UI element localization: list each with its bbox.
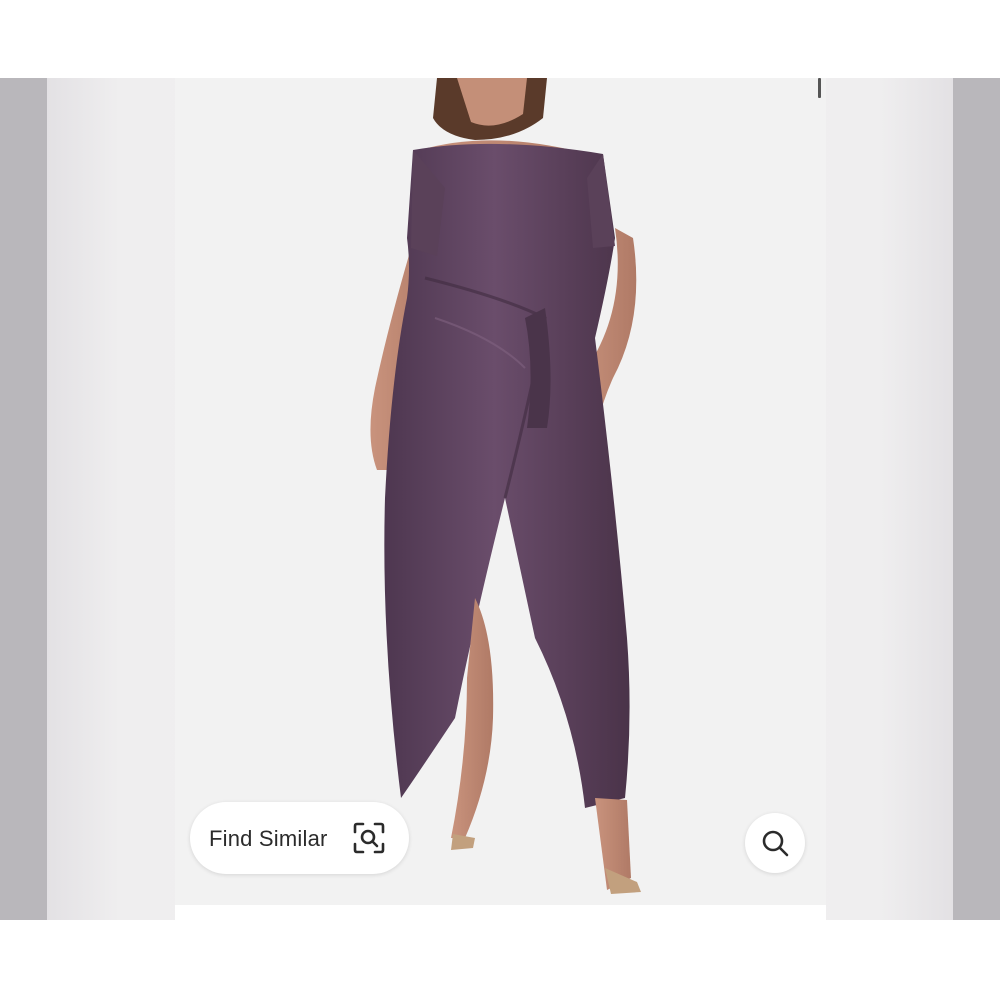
photo-bottom-edge <box>175 905 826 920</box>
find-similar-label: Find Similar <box>209 826 328 851</box>
search-button[interactable] <box>745 813 805 873</box>
dress-model-illustration <box>370 78 641 894</box>
find-similar-button[interactable]: Find Similar <box>190 802 409 874</box>
search-icon <box>762 830 789 857</box>
product-photo <box>175 78 826 920</box>
scan-search-icon <box>352 821 386 855</box>
scrollbar-indicator <box>818 78 821 98</box>
